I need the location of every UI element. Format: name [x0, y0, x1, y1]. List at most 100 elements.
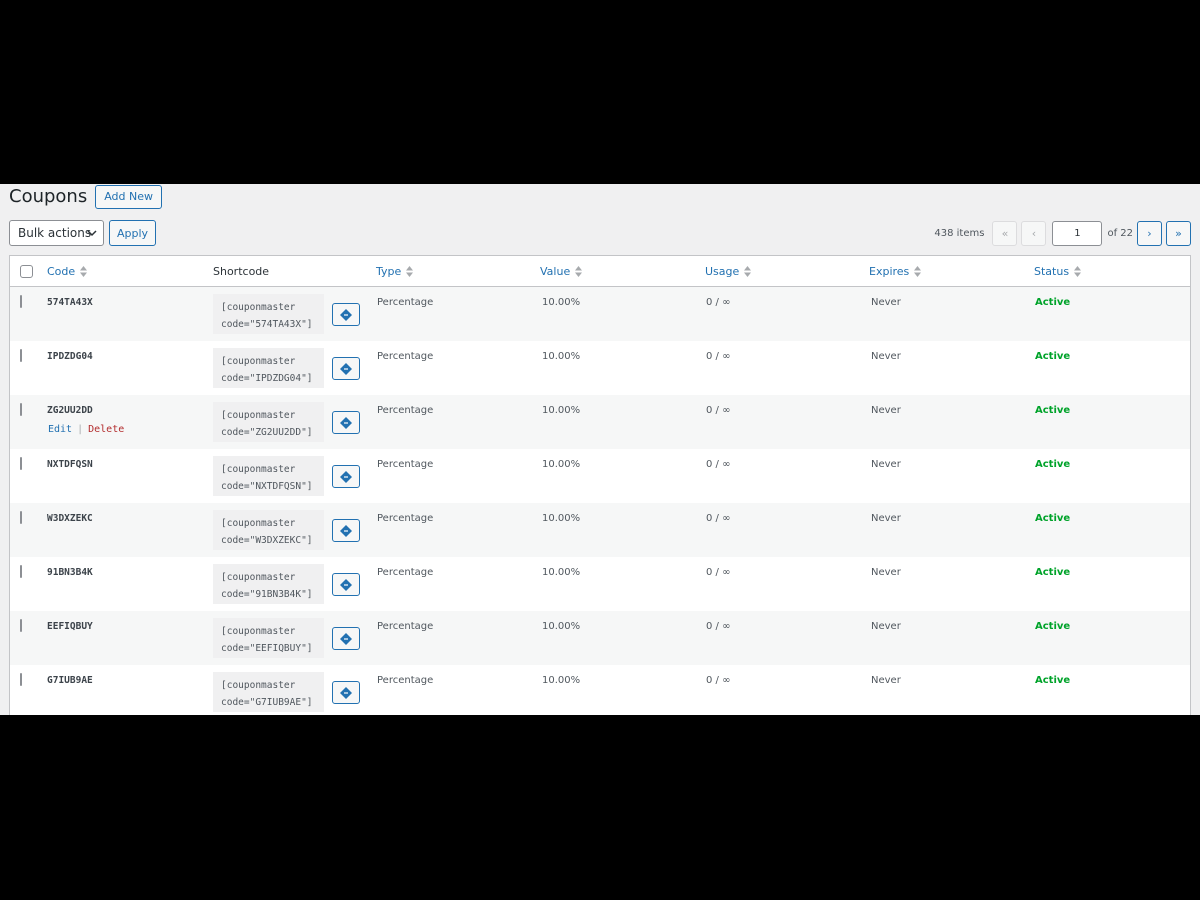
copy-shortcode-button[interactable]	[332, 573, 360, 596]
shortcode-box[interactable]: [couponmaster code="W3DXZEKC"]	[213, 510, 324, 550]
prev-page-button[interactable]: ‹	[1021, 220, 1047, 246]
coupon-code[interactable]: 91BN3B4K	[47, 567, 93, 578]
coupon-usage: 0 / ∞	[706, 459, 731, 470]
shortcode-line-2: code="EEFIQBUY"]	[221, 643, 313, 654]
table-header: Code Shortcode Type Value Usage Expires	[10, 256, 1190, 287]
coupon-type: Percentage	[377, 459, 434, 470]
coupon-type: Percentage	[377, 513, 434, 524]
row-actions: Edit | Delete	[48, 424, 124, 435]
select-all-checkbox[interactable]	[20, 265, 33, 278]
copy-shortcode-button[interactable]	[332, 411, 360, 434]
column-header-status[interactable]: Status	[1034, 256, 1082, 287]
column-header-expires[interactable]: Expires	[869, 256, 922, 287]
coupon-usage: 0 / ∞	[706, 513, 731, 524]
shortcode-box[interactable]: [couponmaster code="EEFIQBUY"]	[213, 618, 324, 658]
row-checkbox[interactable]	[20, 457, 22, 470]
current-page-input[interactable]: 1	[1052, 220, 1103, 246]
table-body: 574TA43X [couponmaster code="574TA43X"] Per…	[10, 287, 1190, 715]
row-checkbox[interactable]	[20, 349, 22, 362]
shortcode-line-2: code="W3DXZEKC"]	[221, 535, 313, 546]
copy-shortcode-button[interactable]	[332, 357, 360, 380]
delete-link[interactable]: Delete	[88, 424, 124, 435]
coupon-type: Percentage	[377, 567, 434, 578]
coupon-type: Percentage	[377, 351, 434, 362]
table-row: 574TA43X [couponmaster code="574TA43X"] Per…	[10, 287, 1190, 341]
table-row: IPDZDG04 [couponmaster code="IPDZDG04"] Per…	[10, 341, 1190, 395]
row-checkbox[interactable]	[20, 295, 22, 308]
coupon-code[interactable]: IPDZDG04	[47, 351, 93, 362]
coupon-code[interactable]: NXTDFQSN	[47, 459, 93, 470]
copy-ticket-icon	[340, 686, 352, 699]
status-badge: Active	[1035, 513, 1071, 524]
copy-ticket-icon	[340, 416, 352, 429]
row-checkbox[interactable]	[20, 511, 22, 524]
column-header-value[interactable]: Value	[540, 256, 583, 287]
row-checkbox[interactable]	[20, 673, 22, 686]
shortcode-box[interactable]: [couponmaster code="91BN3B4K"]	[213, 564, 324, 604]
coupon-code[interactable]: 574TA43X	[47, 297, 93, 308]
column-label-expires: Expires	[869, 265, 910, 278]
copy-ticket-icon	[340, 524, 352, 537]
copy-shortcode-button[interactable]	[332, 303, 360, 326]
table-row: G7IUB9AE [couponmaster code="G7IUB9AE"] Per…	[10, 665, 1190, 715]
shortcode-line-2: code="IPDZDG04"]	[221, 373, 313, 384]
shortcode-line-1: [couponmaster	[221, 464, 296, 475]
row-checkbox-cell	[20, 457, 22, 470]
column-header-type[interactable]: Type	[376, 256, 414, 287]
chevron-down-icon	[87, 230, 97, 237]
column-header-usage[interactable]: Usage	[705, 256, 752, 287]
first-page-button[interactable]: «	[992, 220, 1018, 246]
edit-link[interactable]: Edit	[48, 424, 72, 435]
coupon-usage: 0 / ∞	[706, 297, 731, 308]
column-label-value: Value	[540, 265, 571, 278]
row-checkbox[interactable]	[20, 619, 22, 632]
shortcode-box[interactable]: [couponmaster code="IPDZDG04"]	[213, 348, 324, 388]
coupon-code[interactable]: EEFIQBUY	[47, 621, 93, 632]
coupon-value: 10.00%	[542, 351, 581, 362]
apply-button[interactable]: Apply	[109, 220, 156, 246]
table-row: ZG2UU2DD Edit | Delete [couponmaster code="ZG…	[10, 395, 1190, 449]
coupon-usage: 0 / ∞	[706, 675, 731, 686]
coupon-usage: 0 / ∞	[706, 351, 731, 362]
sort-arrows-icon	[914, 266, 922, 277]
coupons-table: Code Shortcode Type Value Usage Expires	[9, 255, 1191, 715]
page-header: Coupons Add New	[9, 184, 163, 210]
column-label-status: Status	[1034, 265, 1070, 278]
row-checkbox[interactable]	[20, 403, 22, 416]
coupon-code[interactable]: G7IUB9AE	[47, 675, 93, 686]
shortcode-box[interactable]: [couponmaster code="574TA43X"]	[213, 294, 324, 334]
column-header-shortcode: Shortcode	[213, 256, 269, 287]
shortcode-line-2: code="91BN3B4K"]	[221, 589, 313, 600]
coupon-code[interactable]: ZG2UU2DD	[47, 405, 93, 416]
coupon-expires: Never	[871, 405, 901, 416]
shortcode-box[interactable]: [couponmaster code="NXTDFQSN"]	[213, 456, 324, 496]
table-row: EEFIQBUY [couponmaster code="EEFIQBUY"] Per…	[10, 611, 1190, 665]
items-count: 438 items	[934, 227, 985, 239]
row-checkbox-cell	[20, 565, 22, 578]
row-checkbox[interactable]	[20, 565, 22, 578]
row-checkbox-cell	[20, 295, 22, 308]
bulk-actions-select[interactable]: Bulk actions	[9, 220, 104, 246]
status-badge: Active	[1035, 297, 1071, 308]
copy-shortcode-button[interactable]	[332, 681, 360, 704]
coupon-usage: 0 / ∞	[706, 567, 731, 578]
next-page-button[interactable]: ›	[1137, 220, 1162, 246]
shortcode-box[interactable]: [couponmaster code="ZG2UU2DD"]	[213, 402, 324, 442]
shortcode-line-2: code="NXTDFQSN"]	[221, 481, 313, 492]
coupon-value: 10.00%	[542, 513, 581, 524]
copy-shortcode-button[interactable]	[332, 627, 360, 650]
column-header-code[interactable]: Code	[47, 256, 88, 287]
coupon-code[interactable]: W3DXZEKC	[47, 513, 93, 524]
copy-shortcode-button[interactable]	[332, 519, 360, 542]
shortcode-line-1: [couponmaster	[221, 410, 296, 421]
shortcode-box[interactable]: [couponmaster code="G7IUB9AE"]	[213, 672, 324, 712]
row-checkbox-cell	[20, 673, 22, 686]
add-new-button[interactable]: Add New	[95, 185, 163, 209]
coupon-value: 10.00%	[542, 567, 581, 578]
copy-shortcode-button[interactable]	[332, 465, 360, 488]
bulk-actions-label: Bulk actions	[18, 226, 92, 240]
last-page-button[interactable]: »	[1166, 220, 1191, 246]
coupon-type: Percentage	[377, 405, 434, 416]
status-badge: Active	[1035, 351, 1071, 362]
shortcode-line-2: code="574TA43X"]	[221, 319, 313, 330]
